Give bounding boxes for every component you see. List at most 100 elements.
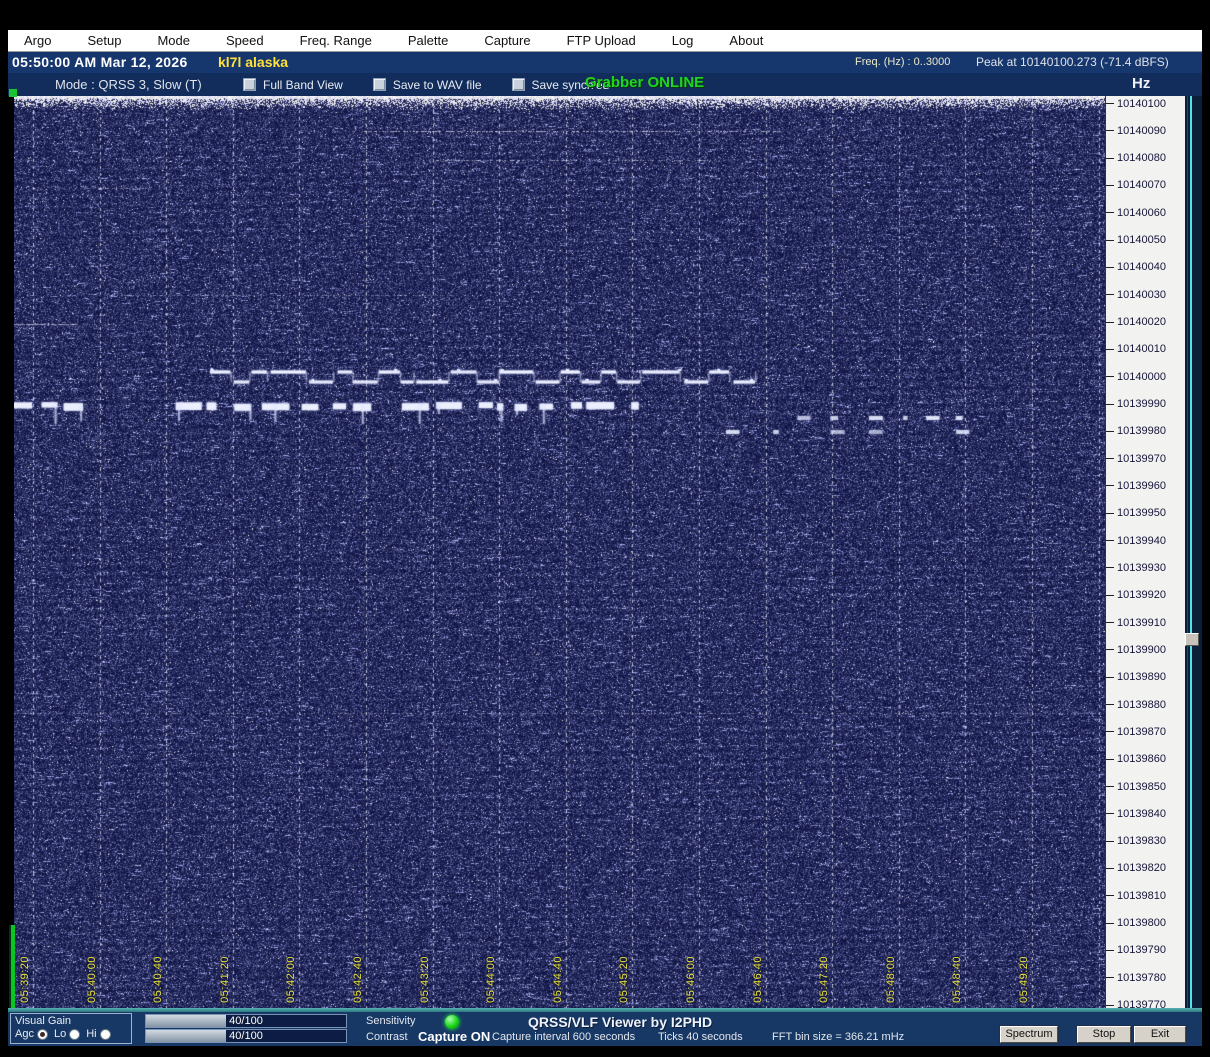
freq-tick-mark [1106,239,1114,241]
freq-scale-label: 10140060 [1106,207,1166,219]
freq-value: 10140060 [1117,206,1166,219]
freq-scale-label: 10140040 [1106,261,1166,273]
exit-button[interactable]: Exit [1134,1026,1186,1043]
freq-tick-mark [1106,103,1114,104]
time-axis-label: 05:40:00 [85,956,98,1003]
freq-scale-label: 10139980 [1106,425,1166,437]
radio-label: Hi [86,1028,97,1040]
checkbox-save-to-wav-file[interactable] [372,78,386,91]
stop-button[interactable]: Stop [1077,1026,1131,1043]
waterfall-canvas[interactable] [14,96,1105,1008]
mode-bar: Mode : QRSS 3, Slow (T) Full Band View Sa… [8,73,1202,96]
freq-value: 10139990 [1117,398,1166,411]
checkbox-full-band-view[interactable] [243,78,256,91]
freq-scale-label: 10140030 [1106,289,1166,301]
freq-tick-mark [1106,649,1114,651]
freq-tick-mark [1106,676,1114,678]
freq-value: 10139810 [1117,889,1166,902]
freq-tick-mark [1106,567,1114,569]
freq-value: 10140010 [1117,343,1166,356]
radio-label: Agc [15,1028,34,1040]
datetime-label: 05:50:00 AM Mar 12, 2026 [12,54,188,70]
menu-item-speed[interactable]: Speed [220,31,270,50]
freq-scale-label: 10139800 [1106,917,1166,929]
freq-scale-label: 10139880 [1106,699,1166,711]
status-bar: 05:50:00 AM Mar 12, 2026 kl7l alaska Fre… [8,52,1202,73]
time-axis-label: 05:48:00 [884,956,897,1003]
time-axis-label: 05:41:20 [218,956,231,1003]
freq-value: 10140030 [1117,288,1166,301]
freq-tick-mark [1106,867,1114,869]
freq-tick-mark [1106,594,1114,596]
time-axis-label: 05:46:40 [751,956,764,1003]
checkbox-group: Full Band View [243,78,343,92]
time-axis-label: 05:40:40 [152,956,165,1003]
menu-item-setup[interactable]: Setup [81,31,127,50]
freq-tick-mark [1106,813,1114,815]
ticks-info-label: Ticks 40 seconds [658,1031,743,1043]
menu-item-freq-range[interactable]: Freq. Range [294,31,378,50]
radio-label: Lo [53,1028,67,1040]
checkbox-group: Save to WAV file [372,78,482,92]
radio-hi[interactable] [99,1028,111,1040]
scrollbar-thumb[interactable] [1185,633,1199,646]
freq-tick-mark [1106,758,1114,760]
freq-tick-mark [1106,321,1114,323]
visual-gain-group: Visual Gain Agc Lo Hi [10,1013,132,1044]
freq-scale-label: 10139900 [1106,644,1166,656]
freq-scale-label: 10139990 [1106,398,1166,410]
waterfall-display[interactable]: 05:39:20 05:40:00 05:40:40 05:41:20 05:42:00… [14,96,1105,1008]
freq-tick-mark [1106,731,1114,733]
scrollbar-track-shadow [1187,96,1188,1008]
checkbox-save-synch-ed[interactable] [511,78,525,91]
fft-info-label: FFT bin size = 366.21 mHz [772,1031,905,1043]
scrollbar-track [1190,96,1192,1008]
spectrum-button[interactable]: Spectrum [1000,1026,1058,1043]
freq-tick-mark [1106,540,1114,542]
capture-status: Capture ON [418,1029,491,1044]
gain-option: Hi [86,1028,111,1040]
station-label: kl7l alaska [218,54,289,70]
freq-value: 10139840 [1117,807,1166,820]
freq-scale-label: 10140050 [1106,234,1166,246]
contrast-label: Contrast [366,1031,408,1043]
contrast-slider[interactable]: 40/100 [145,1029,347,1043]
freq-value: 10139920 [1117,589,1166,602]
menu-item-about[interactable]: About [723,31,769,50]
radio-agc[interactable] [36,1028,48,1040]
app-title: QRSS/VLF Viewer by I2PHD [528,1014,713,1030]
checkbox-label: Full Band View [263,77,343,92]
freq-scale-label: 10139840 [1106,808,1166,820]
capture-interval-label: Capture interval 600 seconds [492,1031,636,1043]
menu-item-argo[interactable]: Argo [18,31,57,50]
menu-item-log[interactable]: Log [666,31,700,50]
sensitivity-slider[interactable]: 40/100 [145,1014,347,1028]
freq-scale-label: 10140020 [1106,316,1166,328]
frequency-scrollbar[interactable] [1185,96,1202,1008]
menu-item-capture[interactable]: Capture [478,31,536,50]
radio-lo[interactable] [69,1028,81,1040]
menu-item-mode[interactable]: Mode [151,31,196,50]
freq-tick-mark [1106,430,1114,432]
gain-option: Agc [15,1028,48,1040]
freq-tick-mark [1106,1004,1114,1006]
sync-marker [9,89,17,97]
freq-value: 10139780 [1117,971,1166,984]
control-bar: Visual Gain Agc Lo Hi 40/100 40/100 Sensit… [8,1012,1202,1046]
freq-scale-label: 10140080 [1106,152,1166,164]
freq-tick-mark [1106,840,1114,842]
freq-tick-mark [1106,266,1114,268]
freq-tick-mark [1106,212,1114,214]
menu-item-ftp-upload[interactable]: FTP Upload [561,31,642,50]
menu-item-palette[interactable]: Palette [402,31,454,50]
freq-value: 10139880 [1117,698,1166,711]
time-axis-label: 05:42:40 [352,956,364,1003]
sensitivity-value: 40/100 [229,1015,263,1027]
freq-value: 10140050 [1117,234,1166,247]
freq-value: 10139970 [1117,452,1166,465]
freq-scale-label: 10140070 [1106,179,1166,191]
menu-bar: Argo Setup Mode Speed Freq. Range Palette Capt… [8,30,1202,52]
freq-value: 10140070 [1117,179,1166,192]
freq-value: 10140020 [1117,316,1166,329]
freq-scale-label: 10139820 [1106,862,1166,874]
